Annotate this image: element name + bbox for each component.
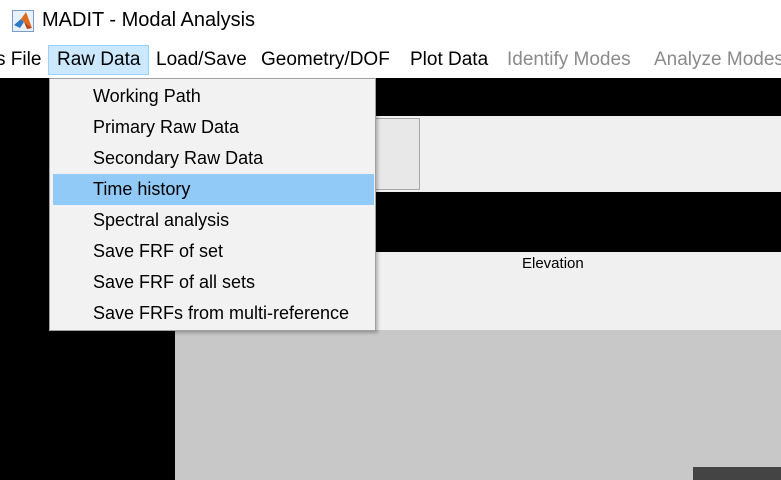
menu-load-save[interactable]: Load/Save <box>156 45 247 75</box>
menu-geometry-dof[interactable]: Geometry/DOF <box>261 45 390 75</box>
menu-item-working-path[interactable]: Working Path <box>53 81 374 112</box>
plot-area[interactable] <box>175 330 781 480</box>
menu-file[interactable]: s File <box>0 45 41 75</box>
menu-item-save-frf-of-all-sets[interactable]: Save FRF of all sets <box>53 267 374 298</box>
matlab-logo-icon <box>12 10 34 32</box>
menu-bar: s File Raw Data Load/Save Geometry/DOF P… <box>0 42 781 78</box>
menu-plot-data[interactable]: Plot Data <box>410 45 488 75</box>
menu-item-save-frf-of-set[interactable]: Save FRF of set <box>53 236 374 267</box>
title-bar: MADIT - Modal Analysis <box>0 0 781 42</box>
menu-analyze-modes[interactable]: Analyze Modes <box>654 45 781 75</box>
menu-item-time-history[interactable]: Time history <box>53 174 374 205</box>
elevation-label: Elevation <box>522 255 584 272</box>
menu-raw-data[interactable]: Raw Data <box>48 45 149 75</box>
raw-data-dropdown: Working Path Primary Raw Data Secondary … <box>49 78 376 331</box>
window-title: MADIT - Modal Analysis <box>42 9 256 31</box>
menu-item-primary-raw-data[interactable]: Primary Raw Data <box>53 112 374 143</box>
menu-item-save-frfs-multi-reference[interactable]: Save FRFs from multi-reference <box>53 298 374 329</box>
menu-item-secondary-raw-data[interactable]: Secondary Raw Data <box>53 143 374 174</box>
figure-corner-element <box>693 467 781 480</box>
menu-item-spectral-analysis[interactable]: Spectral analysis <box>53 205 374 236</box>
menu-identify-modes[interactable]: Identify Modes <box>507 45 631 75</box>
